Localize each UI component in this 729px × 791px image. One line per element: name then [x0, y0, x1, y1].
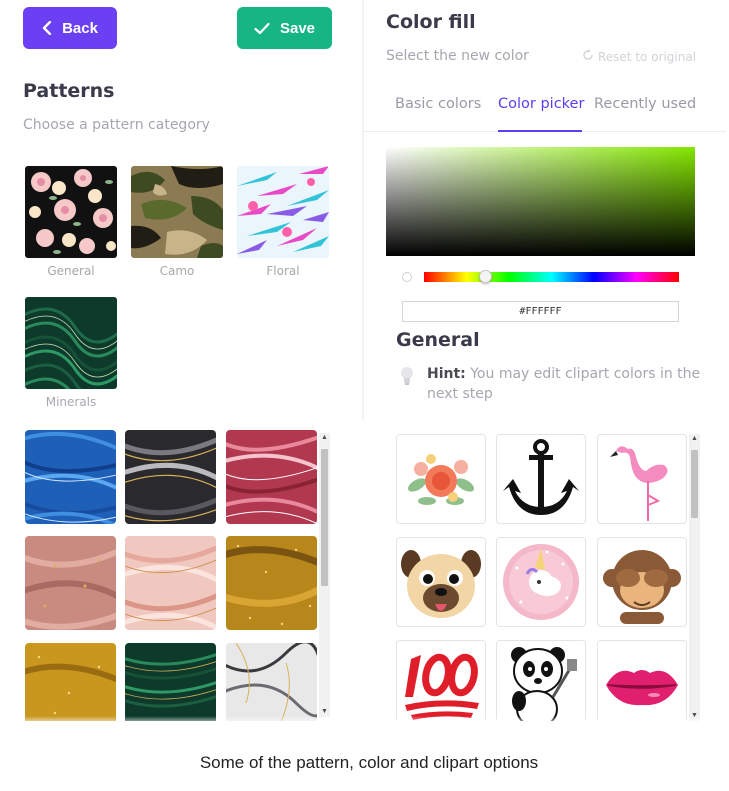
save-label: Save	[279, 19, 316, 37]
reset-to-original-link[interactable]: Reset to original	[582, 49, 696, 64]
clipart-pug[interactable]	[396, 537, 486, 627]
clipart-flamingo[interactable]	[597, 434, 687, 524]
clipart-panda[interactable]	[496, 640, 586, 721]
category-label: Camo	[159, 264, 195, 278]
scroll-up-arrow-icon[interactable]: ▲	[319, 433, 330, 443]
reset-icon	[582, 49, 594, 64]
hint-message: You may edit clipart colors in the next …	[427, 366, 701, 402]
color-fill-subtitle: Select the new color	[386, 48, 529, 64]
hex-color-input[interactable]: #FFFFFF	[402, 301, 679, 322]
lightbulb-icon	[399, 366, 415, 391]
tab-recently-used[interactable]: Recently used	[594, 96, 696, 112]
color-preview-dot	[402, 272, 412, 282]
pattern-category-minerals[interactable]: Minerals	[25, 297, 117, 409]
hue-slider-handle[interactable]	[479, 270, 492, 283]
general-pattern-thumbnail	[25, 166, 117, 258]
lips-icon	[606, 670, 678, 706]
chevron-left-icon	[42, 21, 52, 35]
category-label: Floral	[266, 264, 300, 278]
minerals-pattern-thumbnail	[25, 297, 117, 389]
active-tab-indicator	[498, 130, 582, 132]
clipart-lips[interactable]	[597, 640, 687, 721]
patterns-subtitle: Choose a pattern category	[23, 117, 210, 133]
pattern-category-camo[interactable]: Camo	[131, 166, 223, 278]
color-fill-title: Color fill	[386, 11, 476, 33]
panda-icon	[511, 647, 577, 721]
save-button[interactable]: Save	[237, 7, 332, 49]
pattern-blush-marble[interactable]	[125, 536, 216, 630]
clipart-hundred-points[interactable]	[396, 640, 486, 721]
saturation-value-picker[interactable]	[386, 147, 695, 256]
flower-bouquet-icon	[407, 454, 475, 505]
pattern-category-floral[interactable]: Floral	[237, 166, 329, 278]
pattern-scrollbar[interactable]: ▲ ▼	[319, 433, 330, 717]
bottom-fade	[0, 716, 729, 726]
pattern-pink-agate[interactable]	[226, 430, 317, 524]
pattern-rose-marble[interactable]	[25, 536, 116, 630]
hint-label: Hint:	[427, 366, 466, 382]
scrollbar-thumb[interactable]	[321, 449, 328, 586]
anchor-icon	[503, 439, 579, 515]
pug-face-icon	[401, 550, 481, 618]
clipart-unicorn-donut[interactable]	[496, 537, 586, 627]
pattern-grid[interactable]: ▲ ▼	[0, 425, 360, 721]
pattern-green-malachite[interactable]	[125, 643, 216, 721]
pattern-category-general[interactable]: General	[25, 166, 117, 278]
tab-basic-colors[interactable]: Basic colors	[395, 96, 481, 112]
flamingo-icon	[610, 446, 668, 521]
hue-slider[interactable]	[424, 272, 679, 282]
category-label: Minerals	[45, 395, 97, 409]
clipart-title: General	[396, 329, 480, 351]
back-button[interactable]: Back	[23, 7, 117, 49]
scroll-up-arrow-icon[interactable]: ▲	[689, 434, 700, 444]
clipart-see-no-evil-monkey[interactable]	[597, 537, 687, 627]
figure-caption: Some of the pattern, color and clipart o…	[199, 753, 539, 772]
see-no-evil-monkey-icon	[603, 550, 681, 624]
category-label: General	[47, 264, 95, 278]
clipart-flower-bouquet[interactable]	[396, 434, 486, 524]
patterns-title: Patterns	[23, 80, 115, 102]
camo-pattern-thumbnail	[131, 166, 223, 258]
clipart-grid[interactable]: ▲ ▼	[380, 425, 726, 721]
pattern-gold-glitter-2[interactable]	[25, 643, 116, 721]
unicorn-donut-icon	[503, 544, 579, 620]
pattern-gold-glitter[interactable]	[226, 536, 317, 630]
floral-pattern-thumbnail	[237, 166, 329, 258]
pattern-black-gold-marble[interactable]	[125, 430, 216, 524]
clipart-scrollbar[interactable]: ▲ ▼	[689, 434, 700, 721]
checkmark-icon	[254, 22, 270, 35]
back-label: Back	[62, 19, 98, 37]
hint-text: Hint: You may edit clipart colors in the…	[427, 364, 712, 404]
scrollbar-thumb[interactable]	[691, 450, 698, 518]
pattern-white-marble[interactable]	[226, 643, 317, 721]
reset-label: Reset to original	[598, 49, 697, 64]
pattern-blue-agate[interactable]	[25, 430, 116, 524]
hundred-points-icon	[405, 653, 479, 720]
panel-divider	[362, 0, 364, 420]
clipart-anchor[interactable]	[496, 434, 586, 524]
tab-color-picker[interactable]: Color picker	[498, 96, 584, 112]
